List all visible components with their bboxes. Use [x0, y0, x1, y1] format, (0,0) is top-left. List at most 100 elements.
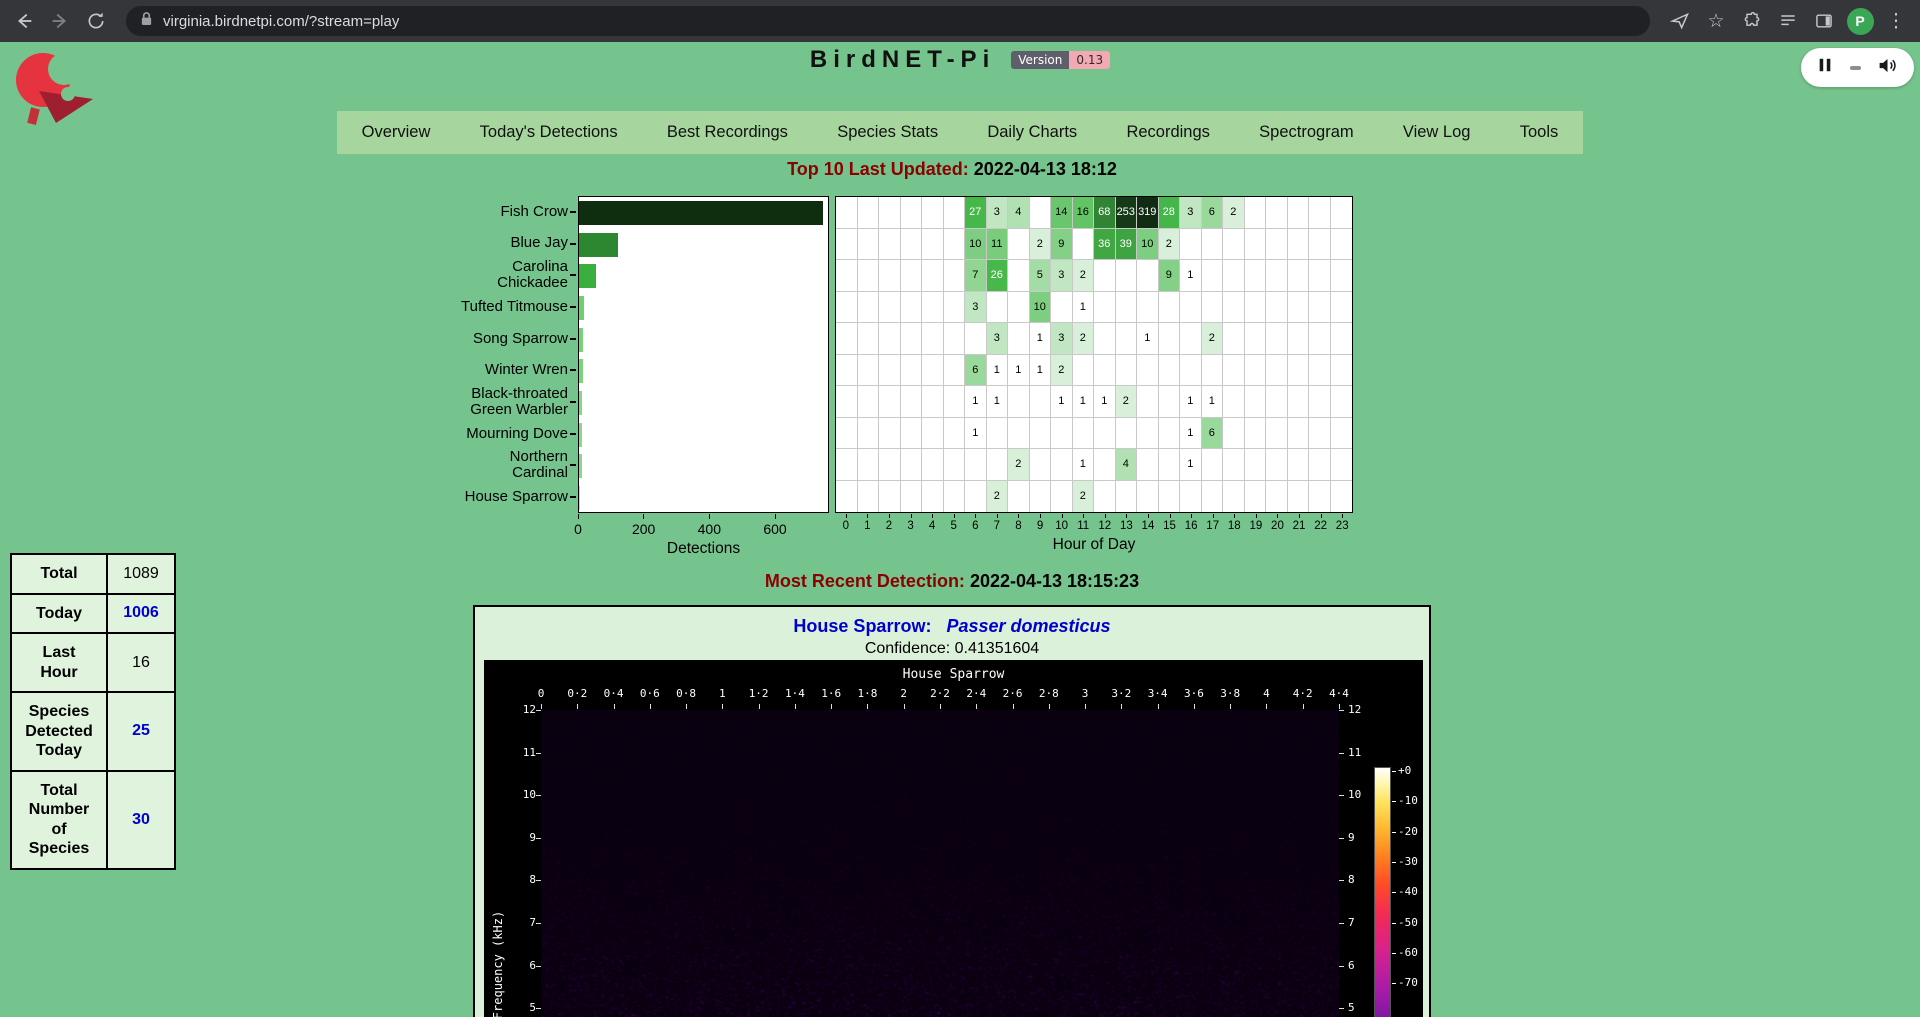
back-button[interactable] [8, 5, 40, 37]
row-axis-tick [570, 496, 576, 498]
detections-bar-northern-cardinal [579, 454, 582, 478]
heatmap-cell [1137, 386, 1159, 418]
stats-row-today: Today1006 [11, 594, 175, 634]
heatmap-cell [944, 481, 966, 513]
spec-y-tick [536, 795, 541, 796]
hour-axis-tick-label: 21 [1288, 520, 1310, 532]
heatmap-cell: 36 [1094, 229, 1116, 261]
spec-y-tick [1339, 1008, 1344, 1009]
nav-item-view-log[interactable]: View Log [1395, 123, 1479, 142]
heatmap-cell: 3 [1051, 323, 1073, 355]
hour-axis-tick [846, 514, 847, 518]
heatmap-cell [1288, 323, 1310, 355]
nav-item-overview[interactable]: Overview [354, 123, 439, 142]
heatmap-cell [836, 260, 858, 292]
heatmap-cell [1202, 481, 1224, 513]
heatmap-cell: 10 [965, 229, 987, 261]
heatmap-cell: 1 [987, 386, 1009, 418]
nav-item-species-stats[interactable]: Species Stats [829, 123, 946, 142]
heatmap-cell [1288, 229, 1310, 261]
heatmap-cell [901, 418, 923, 450]
spec-x-tick [904, 704, 905, 709]
heatmap-cell: 2 [1051, 355, 1073, 387]
heatmap-cell: 3 [1180, 197, 1202, 229]
detections-bar-blue-jay [579, 233, 618, 257]
heatmap-cell [858, 292, 880, 324]
profile-avatar[interactable]: P [1844, 5, 1876, 37]
row-axis-tick [570, 274, 576, 276]
bookmark-star-icon[interactable]: ☆ [1700, 5, 1732, 37]
heatmap-cell: 2 [987, 481, 1009, 513]
heatmap-cell: 2 [1008, 449, 1030, 481]
volume-button[interactable] [1877, 55, 1898, 81]
heatmap-cell [1008, 418, 1030, 450]
heatmap-cell [944, 449, 966, 481]
heatmap-cell [1137, 449, 1159, 481]
share-icon[interactable] [1664, 5, 1696, 37]
heatmap-cell [1051, 481, 1073, 513]
heatmap-cell [922, 197, 944, 229]
reading-list-icon[interactable] [1772, 5, 1804, 37]
pause-button[interactable] [1817, 57, 1833, 78]
heatmap-cell [1309, 323, 1331, 355]
audio-player[interactable] [1801, 48, 1914, 87]
spectrogram-title: House Sparrow [484, 667, 1423, 682]
hour-axis-tick [1299, 514, 1300, 518]
heatmap-cell [1159, 292, 1181, 324]
spec-y-tick [536, 838, 541, 839]
side-panel-icon[interactable] [1808, 5, 1840, 37]
heatmap-cell [1331, 449, 1353, 481]
hour-axis-tick-label: 10 [1051, 520, 1073, 532]
heatmap-cell [1331, 323, 1353, 355]
heatmap-cell [1266, 449, 1288, 481]
nav-item-best-recordings[interactable]: Best Recordings [659, 123, 796, 142]
reload-button[interactable] [80, 5, 112, 37]
birdnet-logo[interactable] [10, 50, 102, 135]
spec-x-tick-label: 2·2 [923, 687, 957, 700]
menu-kebab-icon[interactable]: ⋮ [1880, 5, 1912, 37]
heatmap-cell [1094, 418, 1116, 450]
stats-value-link[interactable]: 25 [132, 722, 150, 739]
url-bar[interactable]: virginia.birdnetpi.com/?stream=play [126, 6, 1650, 36]
heatmap-cell [1288, 418, 1310, 450]
species-label-song-sparrow: Song Sparrow [392, 323, 568, 355]
hour-axis-tick-label: 0 [835, 520, 857, 532]
detection-scientific-link[interactable]: Passer domesticus [946, 616, 1110, 636]
nav-item-spectrogram[interactable]: Spectrogram [1251, 123, 1361, 142]
stats-value-link[interactable]: 1006 [123, 604, 159, 621]
recent-label: Most Recent Detection: [765, 571, 965, 591]
heatmap-cell [922, 260, 944, 292]
seek-handle[interactable] [1850, 66, 1861, 70]
detection-species-link[interactable]: House Sparrow: [793, 616, 931, 636]
heatmap-cell [836, 323, 858, 355]
heatmap-cell: 1 [1180, 449, 1202, 481]
hour-axis-tick-label: 5 [943, 520, 965, 532]
nav-item-recordings[interactable]: Recordings [1118, 123, 1217, 142]
spec-y-tick [1339, 753, 1344, 754]
nav-item-daily-charts[interactable]: Daily Charts [979, 123, 1085, 142]
spec-y-tick-label: 5 [502, 1001, 536, 1014]
most-recent-detection: Most Recent Detection: 2022-04-13 18:15:… [0, 571, 1904, 592]
hour-axis-tick-label: 22 [1310, 520, 1332, 532]
spec-x-tick [614, 704, 615, 709]
stats-value-link[interactable]: 30 [132, 811, 150, 828]
spec-x-tick-label: 1·6 [814, 687, 848, 700]
stats-table: Total1089Today1006Last Hour16Species Det… [10, 553, 176, 870]
heatmap-cell: 16 [1073, 197, 1095, 229]
extensions-icon[interactable] [1736, 5, 1768, 37]
nav-item-tools[interactable]: Tools [1512, 123, 1567, 142]
stats-value-text: 16 [132, 654, 150, 671]
heatmap-cell [1266, 418, 1288, 450]
spec-x-tick-label: 3·8 [1213, 687, 1247, 700]
hour-axis-tick [1191, 514, 1192, 518]
hour-axis-tick-label: 15 [1159, 520, 1181, 532]
forward-button[interactable] [44, 5, 76, 37]
species-label-winter-wren: Winter Wren [392, 355, 568, 387]
spec-x-tick [577, 704, 578, 709]
spec-y-tick-label: 12 [1348, 703, 1382, 716]
nav-item-today-s-detections[interactable]: Today's Detections [472, 123, 626, 142]
hour-axis-tick [1277, 514, 1278, 518]
spec-x-tick-label: 2·4 [959, 687, 993, 700]
heatmap-cell: 14 [1051, 197, 1073, 229]
heatmap-cell [1137, 260, 1159, 292]
